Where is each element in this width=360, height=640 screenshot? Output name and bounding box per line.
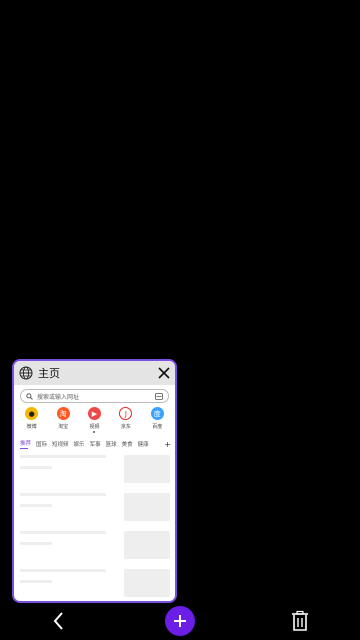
news-tabs: 推荐 国际 短视频 娱乐 军事 篮球 美食 健康 + <box>14 439 175 449</box>
placeholder-line <box>20 569 106 572</box>
active-dot <box>93 431 96 433</box>
shortcut-video[interactable]: ▶ 视频 <box>80 407 108 433</box>
tab-underline <box>20 448 28 449</box>
tab-short-video[interactable]: 短视频 <box>52 440 69 448</box>
back-button[interactable] <box>48 610 70 632</box>
news-feed <box>14 453 175 601</box>
shortcut-label: 视频 <box>89 424 100 430</box>
video-icon: ▶ <box>87 407 101 420</box>
shortcut-jd[interactable]: J 京东 <box>112 407 140 433</box>
shortcut-label: 百度 <box>152 424 163 430</box>
list-item[interactable] <box>14 491 175 529</box>
tab-military[interactable]: 军事 <box>90 440 101 448</box>
close-tab-button[interactable] <box>157 366 171 380</box>
close-icon <box>158 367 170 379</box>
thumbnail-placeholder <box>124 455 170 483</box>
tab-card-home[interactable]: 主页 搜索或输入网址 ● 微博 淘 淘宝 ▶ 视频 J 京东 度 百度 推荐 国… <box>12 359 177 603</box>
shortcut-taobao[interactable]: 淘 淘宝 <box>49 407 77 433</box>
placeholder-line <box>20 531 106 534</box>
baidu-icon: 度 <box>150 407 164 420</box>
tab-card-title: 主页 <box>38 367 60 380</box>
tab-recommend[interactable]: 推荐 <box>20 439 31 449</box>
tab-basketball[interactable]: 篮球 <box>106 440 117 448</box>
shortcut-label: 京东 <box>120 424 131 430</box>
scan-icon[interactable] <box>155 392 163 400</box>
list-item[interactable] <box>14 453 175 491</box>
search-placeholder: 搜索或输入网址 <box>37 393 80 401</box>
tab-entertainment[interactable]: 娱乐 <box>74 440 85 448</box>
thumbnail-placeholder <box>124 531 170 559</box>
shortcut-grid: ● 微博 淘 淘宝 ▶ 视频 J 京东 度 百度 <box>14 407 175 433</box>
tab-card-header: 主页 <box>14 361 175 385</box>
search-bar[interactable]: 搜索或输入网址 <box>20 389 169 403</box>
placeholder-line <box>20 466 52 469</box>
placeholder-line <box>20 580 52 583</box>
tab-food[interactable]: 美食 <box>122 440 133 448</box>
tab-label: 推荐 <box>20 441 32 447</box>
placeholder-line <box>20 542 52 545</box>
delete-all-tabs-button[interactable] <box>289 610 311 632</box>
plus-icon <box>174 615 186 627</box>
shortcut-baidu[interactable]: 度 百度 <box>143 407 171 433</box>
jd-icon: J <box>119 407 133 420</box>
taobao-icon: 淘 <box>56 407 70 420</box>
shortcut-label: 微博 <box>26 424 37 430</box>
placeholder-line <box>20 493 106 496</box>
shortcut-weibo[interactable]: ● 微博 <box>18 407 46 433</box>
chevron-left-icon <box>53 612 63 630</box>
tab-international[interactable]: 国际 <box>36 440 47 448</box>
list-item[interactable] <box>14 567 175 601</box>
weibo-icon: ● <box>25 407 39 420</box>
placeholder-line <box>20 504 52 507</box>
list-item[interactable] <box>14 529 175 567</box>
more-tabs-icon[interactable]: + <box>164 440 171 449</box>
thumbnail-placeholder <box>124 493 170 521</box>
search-icon <box>26 392 33 400</box>
tab-health[interactable]: 健康 <box>138 440 149 448</box>
placeholder-line <box>20 455 106 458</box>
shortcut-label: 淘宝 <box>58 424 69 430</box>
new-tab-button[interactable] <box>165 606 195 636</box>
trash-icon <box>292 610 308 631</box>
thumbnail-placeholder <box>124 569 170 597</box>
globe-icon <box>19 366 33 380</box>
